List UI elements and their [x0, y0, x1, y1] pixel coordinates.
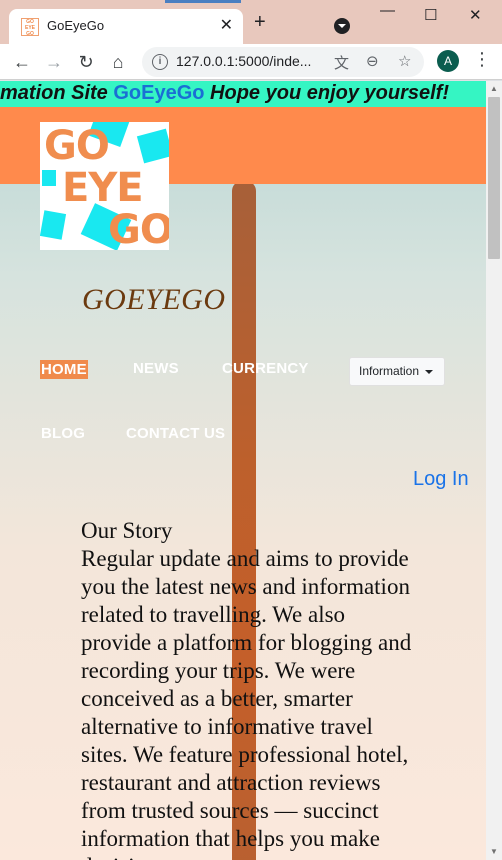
translate-icon[interactable]: 文	[334, 52, 349, 73]
bookmark-star-icon[interactable]: ☆	[398, 52, 411, 70]
window-close-icon[interactable]: ✕	[469, 6, 482, 24]
url-text[interactable]: 127.0.0.1:5000/inde...	[176, 53, 311, 69]
site-title: GOEYEGO	[82, 283, 226, 316]
story-body: Regular update and aims to provide you t…	[81, 546, 412, 860]
marquee-text: mation Site GoEyeGo Hope you enjoy yours…	[0, 82, 449, 105]
logo-word: EYE	[62, 165, 144, 211]
site-logo[interactable]: GO EYE GO	[40, 122, 169, 250]
marquee-brand: GoEyeGo	[113, 82, 205, 104]
tab-strip-accent	[165, 0, 241, 3]
scroll-down-arrow-icon[interactable]: ▼	[486, 844, 502, 860]
scroll-up-arrow-icon[interactable]: ▲	[486, 81, 502, 97]
new-tab-button[interactable]: +	[254, 12, 266, 32]
tab-strip: GO EYE GO GoEyeGo ✕ + — ☐ ✕	[0, 0, 502, 44]
back-icon[interactable]: ←	[10, 50, 34, 74]
minimize-icon[interactable]: —	[380, 2, 395, 19]
profile-avatar[interactable]: A	[437, 50, 459, 72]
nav-currency[interactable]: CURRENCY	[222, 360, 309, 377]
marquee-suffix: Hope you enjoy yourself!	[204, 82, 449, 104]
our-story-section: Our Story Regular update and aims to pro…	[81, 517, 421, 860]
story-heading: Our Story	[81, 518, 173, 543]
menu-kebab-icon[interactable]: ⋮	[473, 49, 491, 70]
page-viewport: mation Site GoEyeGo Hope you enjoy yours…	[0, 81, 486, 860]
address-bar[interactable]: i 127.0.0.1:5000/inde... 文 ⊖ ☆	[142, 47, 424, 77]
scroll-thumb[interactable]	[488, 97, 500, 259]
logo-word: GO	[108, 207, 169, 250]
logo-shape	[42, 170, 56, 186]
welcome-marquee: mation Site GoEyeGo Hope you enjoy yours…	[0, 81, 486, 107]
zoom-icon[interactable]: ⊖	[366, 52, 379, 70]
login-link[interactable]: Log In	[413, 468, 469, 491]
logo-shape	[136, 128, 169, 164]
tab-title: GoEyeGo	[47, 18, 105, 33]
caret-down-icon	[425, 370, 433, 374]
close-tab-icon[interactable]: ✕	[220, 15, 233, 35]
browser-tab[interactable]: GO EYE GO GoEyeGo ✕	[9, 9, 243, 44]
reload-icon[interactable]: ↻	[74, 50, 98, 74]
home-icon[interactable]: ⌂	[106, 50, 130, 74]
nav-blog[interactable]: BLOG	[41, 425, 85, 442]
information-dropdown[interactable]: Information	[349, 357, 445, 386]
site-info-icon[interactable]: i	[152, 54, 168, 70]
browser-toolbar: ← → ↻ ⌂ i 127.0.0.1:5000/inde... 文 ⊖ ☆	[0, 44, 502, 80]
logo-shape	[40, 210, 67, 240]
favicon-icon: GO EYE GO	[21, 18, 39, 36]
information-dropdown-label: Information	[359, 364, 420, 378]
page-scrollbar[interactable]: ▲ ▼	[486, 81, 502, 860]
nav-home[interactable]: HOME	[40, 360, 88, 379]
tab-search-icon[interactable]	[334, 18, 350, 34]
nav-news[interactable]: NEWS	[133, 360, 179, 377]
nav-contact[interactable]: CONTACT US	[126, 425, 225, 442]
maximize-icon[interactable]: ☐	[424, 6, 437, 24]
logo-word: GO	[44, 123, 110, 169]
forward-icon[interactable]: →	[42, 50, 66, 74]
marquee-prefix: mation Site	[0, 82, 114, 104]
